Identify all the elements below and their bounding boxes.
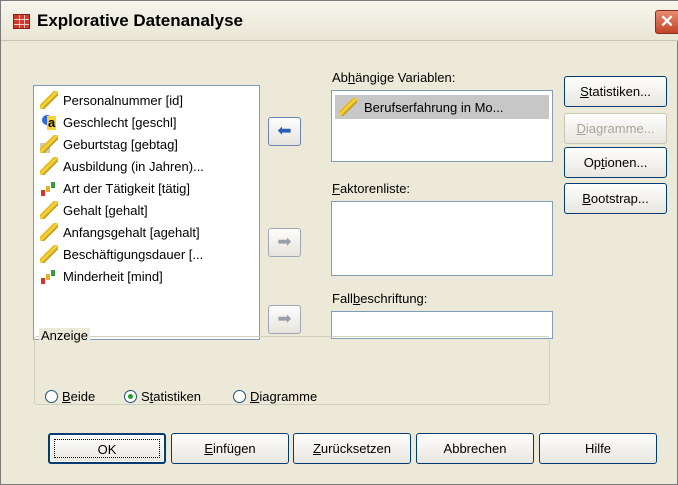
date-icon	[40, 135, 58, 153]
window-title: Explorative Datenanalyse	[37, 11, 243, 30]
move-to-factors-button[interactable]: ➡	[268, 228, 301, 257]
radio-statistics[interactable]: Statistiken	[124, 389, 201, 404]
list-item[interactable]: Geschlecht [geschl]	[40, 111, 176, 133]
paste-button[interactable]: Einfügen	[171, 433, 289, 464]
list-item[interactable]: Art der Tätigkeit [tätig]	[40, 177, 190, 199]
ordinal-icon	[40, 179, 58, 197]
list-item-label: Anfangsgehalt [agehalt]	[63, 224, 200, 240]
list-item-label: Ausbildung (in Jahren)...	[63, 158, 204, 174]
close-button[interactable]: ✕	[655, 10, 678, 34]
scale-ruler-icon	[40, 91, 58, 109]
list-item-label: Beschäftigungsdauer [...	[63, 246, 204, 262]
radio-indicator	[124, 390, 137, 403]
factor-list[interactable]	[331, 201, 553, 276]
move-to-case-label-button[interactable]: ➡	[268, 305, 301, 334]
radio-plots[interactable]: Diagramme	[233, 389, 317, 404]
list-item[interactable]: Berufserfahrung in Mo...	[335, 95, 549, 119]
radio-label: Diagramme	[250, 389, 318, 404]
title-bar[interactable]: Explorative Datenanalyse ✕	[1, 1, 678, 41]
arrow-right-icon: ➡	[277, 232, 292, 251]
display-group-legend: Anzeige	[39, 328, 90, 343]
list-item-label: Minderheit [mind]	[63, 268, 163, 284]
nominal-icon	[40, 113, 58, 131]
case-label-label: Fallbeschriftung:	[332, 291, 428, 306]
scale-ruler-icon	[40, 245, 58, 263]
app-table-icon	[13, 14, 30, 29]
list-item[interactable]: Beschäftigungsdauer [...	[40, 243, 203, 265]
dialog-window: Explorative Datenanalyse ✕ Personalnumme…	[0, 0, 678, 485]
radio-indicator	[233, 390, 246, 403]
bootstrap-button[interactable]: Bootstrap...	[564, 183, 667, 214]
radio-label: Beide	[62, 389, 96, 404]
move-to-dependent-button[interactable]: ⬅	[268, 117, 301, 146]
plots-button[interactable]: Diagramme...	[564, 113, 667, 144]
source-variable-list[interactable]: Personalnummer [id] Geschlecht [geschl] …	[33, 85, 260, 340]
scale-ruler-icon	[40, 157, 58, 175]
scale-ruler-icon	[40, 223, 58, 241]
dialog-client-area: Personalnummer [id] Geschlecht [geschl] …	[4, 42, 674, 483]
radio-indicator	[45, 390, 58, 403]
help-button[interactable]: Hilfe	[539, 433, 657, 464]
list-item-label: Personalnummer [id]	[63, 92, 183, 108]
list-item[interactable]: Personalnummer [id]	[40, 89, 183, 111]
reset-button[interactable]: Zurücksetzen	[293, 433, 411, 464]
list-item-label: Geburtstag [gebtag]	[63, 136, 178, 152]
arrow-right-icon: ➡	[277, 309, 292, 328]
list-item[interactable]: Ausbildung (in Jahren)...	[40, 155, 204, 177]
ordinal-icon	[40, 267, 58, 285]
ok-button[interactable]: OK	[48, 433, 166, 464]
dependent-variables-list[interactable]: Berufserfahrung in Mo...	[331, 90, 553, 162]
list-item-label: Berufserfahrung in Mo...	[364, 99, 504, 115]
list-item-label: Geschlecht [geschl]	[63, 114, 177, 130]
list-item[interactable]: Anfangsgehalt [agehalt]	[40, 221, 200, 243]
scale-ruler-icon	[339, 98, 357, 116]
list-item[interactable]: Geburtstag [gebtag]	[40, 133, 178, 155]
scale-ruler-icon	[40, 201, 58, 219]
radio-label: Statistiken	[141, 389, 201, 404]
statistics-button[interactable]: Statistiken...	[564, 76, 667, 107]
factor-list-label: Faktorenliste:	[332, 181, 411, 196]
list-item[interactable]: Minderheit [mind]	[40, 265, 163, 287]
dependent-variables-label: Abhängige Variablen:	[332, 70, 456, 85]
options-button[interactable]: Optionen...	[564, 147, 667, 178]
arrow-left-icon: ⬅	[277, 121, 292, 140]
radio-both[interactable]: Beide	[45, 389, 95, 404]
list-item-label: Gehalt [gehalt]	[63, 202, 148, 218]
cancel-button[interactable]: Abbrechen	[416, 433, 534, 464]
focus-rect	[54, 439, 160, 458]
list-item[interactable]: Gehalt [gehalt]	[40, 199, 148, 221]
list-item-label: Art der Tätigkeit [tätig]	[63, 180, 190, 196]
case-label-field[interactable]	[331, 311, 553, 339]
